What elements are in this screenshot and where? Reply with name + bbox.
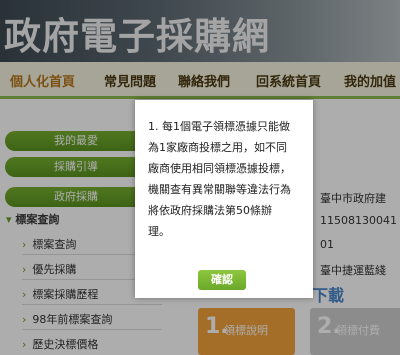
notice-line: 1. 每1個電子領標憑據只能做 bbox=[148, 120, 290, 133]
notice-line: 理。 bbox=[148, 225, 170, 238]
notice-text: 1. 每1個電子領標憑據只能做 為1家廠商投標之用，如不同 廠商使用相同領標憑據… bbox=[148, 116, 306, 242]
notice-line: 將依政府採購法第50條辦 bbox=[148, 204, 272, 217]
notice-line: 機關查有異常關聯等違法行為 bbox=[148, 183, 291, 196]
notice-line: 廠商使用相同領標憑據投標， bbox=[148, 162, 291, 175]
page: 政府電子採購網 個人化首頁 常見問題 聯絡我們 回系統首頁 我的加值 我的最愛 … bbox=[0, 0, 400, 355]
notice-line: 為1家廠商投標之用，如不同 bbox=[148, 141, 287, 154]
notice-dialog: 1. 每1個電子領標憑據只能做 為1家廠商投標之用，如不同 廠商使用相同領標憑據… bbox=[135, 100, 313, 298]
confirm-button[interactable]: 確認 bbox=[198, 270, 246, 290]
